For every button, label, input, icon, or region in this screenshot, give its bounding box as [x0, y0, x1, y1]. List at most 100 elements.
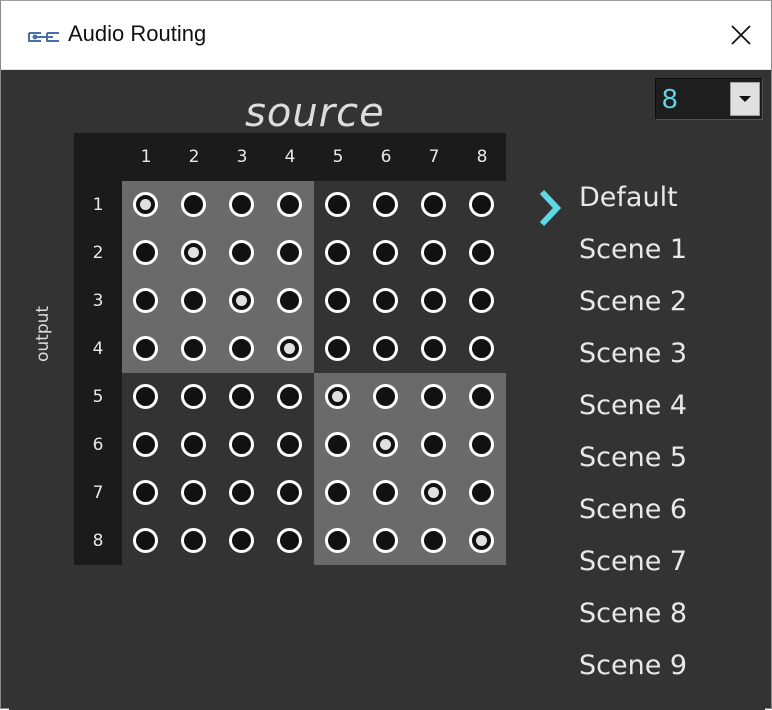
audio-routing-window: Audio Routing 8 source output 1 2 3 4 5 6 7 8 1 2…: [0, 0, 772, 710]
routing-node[interactable]: [469, 336, 494, 361]
source-column-header: 1: [140, 147, 152, 167]
output-row-header: 6: [92, 435, 104, 455]
routing-node[interactable]: [373, 192, 398, 217]
routing-node[interactable]: [469, 528, 494, 553]
routing-node[interactable]: [325, 288, 350, 313]
routing-node[interactable]: [181, 192, 206, 217]
routing-node[interactable]: [469, 192, 494, 217]
routing-node[interactable]: [325, 528, 350, 553]
routing-node[interactable]: [325, 432, 350, 457]
output-axis-label: output: [33, 305, 53, 362]
output-row-header: 5: [92, 387, 104, 407]
routing-node[interactable]: [133, 240, 158, 265]
routing-node[interactable]: [325, 336, 350, 361]
scene-item[interactable]: Scene 5: [579, 442, 687, 473]
window-title: Audio Routing: [68, 21, 207, 46]
scene-item[interactable]: Scene 7: [579, 546, 687, 577]
routing-node[interactable]: [133, 384, 158, 409]
routing-node[interactable]: [469, 288, 494, 313]
routing-node[interactable]: [469, 240, 494, 265]
routing-node[interactable]: [229, 480, 254, 505]
routing-node[interactable]: [421, 432, 446, 457]
scene-item[interactable]: Scene 2: [579, 286, 687, 317]
dropdown-toggle-button[interactable]: [730, 82, 760, 116]
routing-node[interactable]: [421, 288, 446, 313]
routing-node[interactable]: [181, 336, 206, 361]
routing-node[interactable]: [277, 192, 302, 217]
routing-node[interactable]: [277, 288, 302, 313]
routing-node[interactable]: [421, 192, 446, 217]
output-row-header: 8: [92, 531, 104, 551]
routing-node[interactable]: [277, 384, 302, 409]
routing-node[interactable]: [421, 384, 446, 409]
routing-node[interactable]: [373, 336, 398, 361]
routing-node[interactable]: [373, 288, 398, 313]
routing-node[interactable]: [229, 384, 254, 409]
scene-item[interactable]: Scene 9: [579, 650, 687, 681]
routing-node[interactable]: [325, 384, 350, 409]
routing-node[interactable]: [181, 288, 206, 313]
source-column-header: 2: [188, 147, 200, 167]
audio-routing-app-icon: [28, 32, 59, 42]
routing-node[interactable]: [181, 528, 206, 553]
routing-node[interactable]: [133, 480, 158, 505]
routing-node[interactable]: [325, 240, 350, 265]
source-column-header: 8: [476, 147, 488, 167]
scene-item[interactable]: Scene 4: [579, 390, 687, 421]
routing-node[interactable]: [421, 480, 446, 505]
routing-node[interactable]: [469, 432, 494, 457]
chevron-down-icon: [739, 96, 751, 102]
routing-node[interactable]: [373, 480, 398, 505]
routing-node[interactable]: [277, 480, 302, 505]
source-column-header: 4: [284, 147, 296, 167]
source-column-header: 3: [236, 147, 248, 167]
close-button[interactable]: [711, 1, 771, 69]
routing-node[interactable]: [181, 384, 206, 409]
scene-item[interactable]: Scene 6: [579, 494, 687, 525]
routing-node[interactable]: [181, 432, 206, 457]
routing-node[interactable]: [421, 336, 446, 361]
source-column-header: 5: [332, 147, 344, 167]
source-column-header: 7: [428, 147, 440, 167]
routing-node[interactable]: [469, 480, 494, 505]
output-row-header: 3: [92, 291, 104, 311]
routing-node[interactable]: [373, 432, 398, 457]
routing-node[interactable]: [133, 528, 158, 553]
close-icon: [731, 25, 751, 45]
routing-node[interactable]: [373, 384, 398, 409]
routing-node[interactable]: [373, 240, 398, 265]
scene-item[interactable]: Scene 1: [579, 234, 687, 265]
scene-item-default[interactable]: Default: [579, 182, 678, 213]
routing-node[interactable]: [421, 528, 446, 553]
routing-node[interactable]: [229, 288, 254, 313]
channel-count-dropdown[interactable]: 8: [655, 78, 763, 120]
routing-node[interactable]: [229, 336, 254, 361]
routing-node[interactable]: [133, 336, 158, 361]
scene-item[interactable]: Scene 8: [579, 598, 687, 629]
scene-item[interactable]: Scene 3: [579, 338, 687, 369]
source-column-header: 6: [380, 147, 392, 167]
routing-node[interactable]: [277, 336, 302, 361]
output-row-header: 1: [92, 195, 104, 215]
routing-node[interactable]: [133, 432, 158, 457]
routing-node[interactable]: [277, 240, 302, 265]
routing-node[interactable]: [277, 528, 302, 553]
channel-count-value: 8: [662, 83, 678, 114]
output-row-header: 2: [92, 243, 104, 263]
output-row-header: 4: [92, 339, 104, 359]
routing-node[interactable]: [133, 192, 158, 217]
routing-node[interactable]: [229, 192, 254, 217]
routing-node[interactable]: [277, 432, 302, 457]
routing-node[interactable]: [373, 528, 398, 553]
routing-node[interactable]: [469, 384, 494, 409]
routing-node[interactable]: [325, 480, 350, 505]
routing-node[interactable]: [181, 480, 206, 505]
routing-node[interactable]: [229, 528, 254, 553]
routing-node[interactable]: [421, 240, 446, 265]
routing-node[interactable]: [133, 288, 158, 313]
routing-node[interactable]: [229, 240, 254, 265]
routing-node[interactable]: [229, 432, 254, 457]
routing-node[interactable]: [325, 192, 350, 217]
routing-node[interactable]: [181, 240, 206, 265]
client-area: 8 source output 1 2 3 4 5 6 7 8 1 2 3 4 5 6 7 8 Default…: [9, 70, 765, 710]
